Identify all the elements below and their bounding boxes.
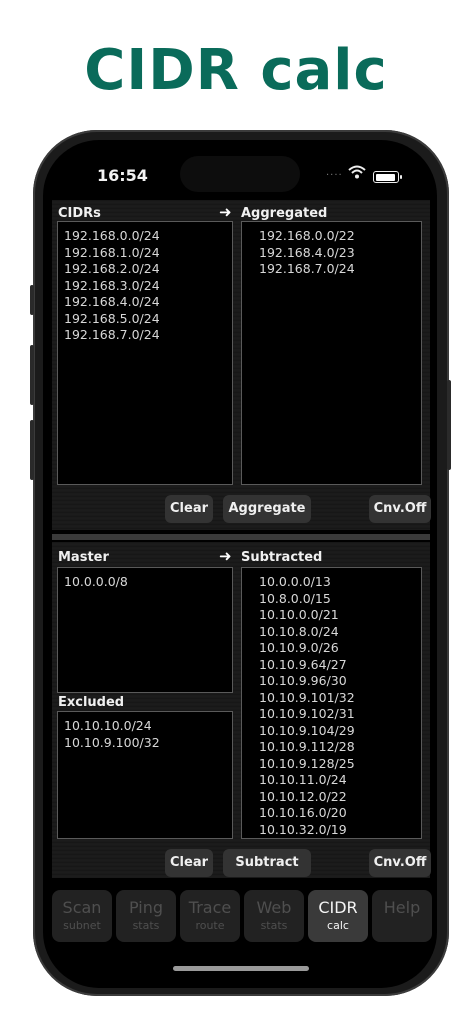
status-time: 16:54 [97,166,148,185]
tab-bar: Scan subnet Ping stats Trace route Web stats CID… [52,890,432,944]
cidr-item: 192.168.1.0/24 [64,244,160,260]
tab-label: Web [256,898,292,917]
tab-sublabel: subnet [63,919,101,932]
wifi-icon [348,165,366,179]
cidr-item: 192.168.2.0/24 [64,261,160,276]
tab-label: CIDR [318,898,358,917]
page-title: CIDR calc [84,38,388,103]
arrow-right-icon: ➜ [219,547,232,565]
master-list: 10.0.0.0/8 [58,568,232,591]
tab-ping[interactable]: Ping stats [116,890,176,942]
home-indicator [173,966,309,971]
tab-sublabel: calc [327,919,349,932]
phone-power-button [447,380,451,470]
phone-volume-up [30,345,34,405]
aggregated-list: 192.168.0.0/22 192.168.4.0/23 192.168.7.0/… [242,222,421,278]
cidrs-label: CIDRs [58,206,101,221]
tab-help[interactable]: Help [372,890,432,942]
subtracted-label: Subtracted [241,550,323,565]
subtracted-item: 10.10.11.0/24 [259,772,347,787]
master-input[interactable]: 10.0.0.0/8 [57,567,233,693]
cidr-item: 192.168.3.0/24 [64,277,160,293]
subtracted-output[interactable]: 10.0.0.0/13 10.8.0.0/15 10.10.0.0/21 10.10.… [241,567,422,839]
cidrs-list: 192.168.0.0/24 192.168.1.0/24 192.168.2.0/… [58,222,232,344]
tab-web[interactable]: Web stats [244,890,304,942]
subtracted-item: 10.10.9.128/25 [259,755,355,771]
convert-toggle-button[interactable]: Cnv.Off [369,495,431,523]
subtracted-item: 10.10.9.102/31 [259,706,355,721]
master-item: 10.0.0.0/8 [64,574,128,589]
subtracted-item: 10.8.0.0/15 [259,590,331,606]
subtracted-item: 10.10.32.0/19 [259,821,347,837]
subtracted-item: 10.10.9.104/29 [259,722,355,738]
subtracted-item: 10.10.8.0/24 [259,623,339,639]
cidr-item: 192.168.7.0/24 [64,327,160,342]
subtracted-item: 10.0.0.0/13 [259,574,331,589]
arrow-right-icon: ➜ [219,203,232,221]
tab-cidr[interactable]: CIDR calc [308,890,368,942]
subtracted-item: 10.10.9.0/26 [259,640,339,655]
tab-sublabel: stats [260,919,288,932]
subtracted-item: 10.10.0.0/21 [259,607,339,622]
status-bar: 16:54 ···· [43,140,437,200]
tab-label: Help [383,898,421,917]
subtracted-item: 10.10.16.0/20 [259,805,347,820]
aggregated-item: 192.168.0.0/22 [259,228,355,243]
subtracted-item: 10.10.9.112/28 [259,739,355,754]
cidr-item: 192.168.5.0/24 [64,310,160,326]
subtract-button[interactable]: Subtract [223,849,311,877]
phone-volume-down [30,420,34,480]
aggregated-item: 192.168.7.0/24 [259,261,355,276]
subtracted-list: 10.0.0.0/13 10.8.0.0/15 10.10.0.0/21 10.10.… [242,568,421,838]
excluded-input[interactable]: 10.10.10.0/24 10.10.9.100/32 [57,711,233,839]
excluded-label: Excluded [58,695,125,710]
tab-label: Ping [128,898,164,917]
subtracted-item: 10.10.9.101/32 [259,689,355,705]
aggregated-item: 192.168.4.0/23 [259,244,355,260]
clear-button[interactable]: Clear [165,849,213,877]
subtracted-item: 10.10.12.0/22 [259,788,347,804]
aggregated-output[interactable]: 192.168.0.0/22 192.168.4.0/23 192.168.7.0/… [241,221,422,485]
tab-label: Trace [188,898,232,917]
clear-button[interactable]: Clear [165,495,213,523]
phone-side-button [30,285,34,315]
tab-label: Scan [62,898,102,917]
master-label: Master [58,550,109,565]
battery-icon [373,171,402,183]
excluded-item: 10.10.10.0/24 [64,718,152,733]
tab-sublabel: stats [132,919,160,932]
convert-toggle-button[interactable]: Cnv.Off [369,849,431,877]
section-divider [52,534,430,540]
subtracted-item: 10.10.9.96/30 [259,673,347,688]
aggregate-button[interactable]: Aggregate [223,495,311,523]
subtracted-item: 10.10.9.64/27 [259,656,347,672]
tab-trace[interactable]: Trace route [180,890,240,942]
tab-sublabel: route [195,919,225,932]
aggregated-label: Aggregated [241,206,328,221]
signal-icon: ···· [326,170,343,181]
excluded-list: 10.10.10.0/24 10.10.9.100/32 [58,712,232,751]
tab-scan[interactable]: Scan subnet [52,890,112,942]
dynamic-island [180,156,300,192]
cidr-item: 192.168.0.0/24 [64,228,160,243]
app-screen: 16:54 ···· CIDRs ➜ Aggregated 192.168.0.… [43,140,437,988]
excluded-item: 10.10.9.100/32 [64,734,160,750]
cidrs-input[interactable]: 192.168.0.0/24 192.168.1.0/24 192.168.2.0/… [57,221,233,485]
cidr-item: 192.168.4.0/24 [64,294,160,309]
